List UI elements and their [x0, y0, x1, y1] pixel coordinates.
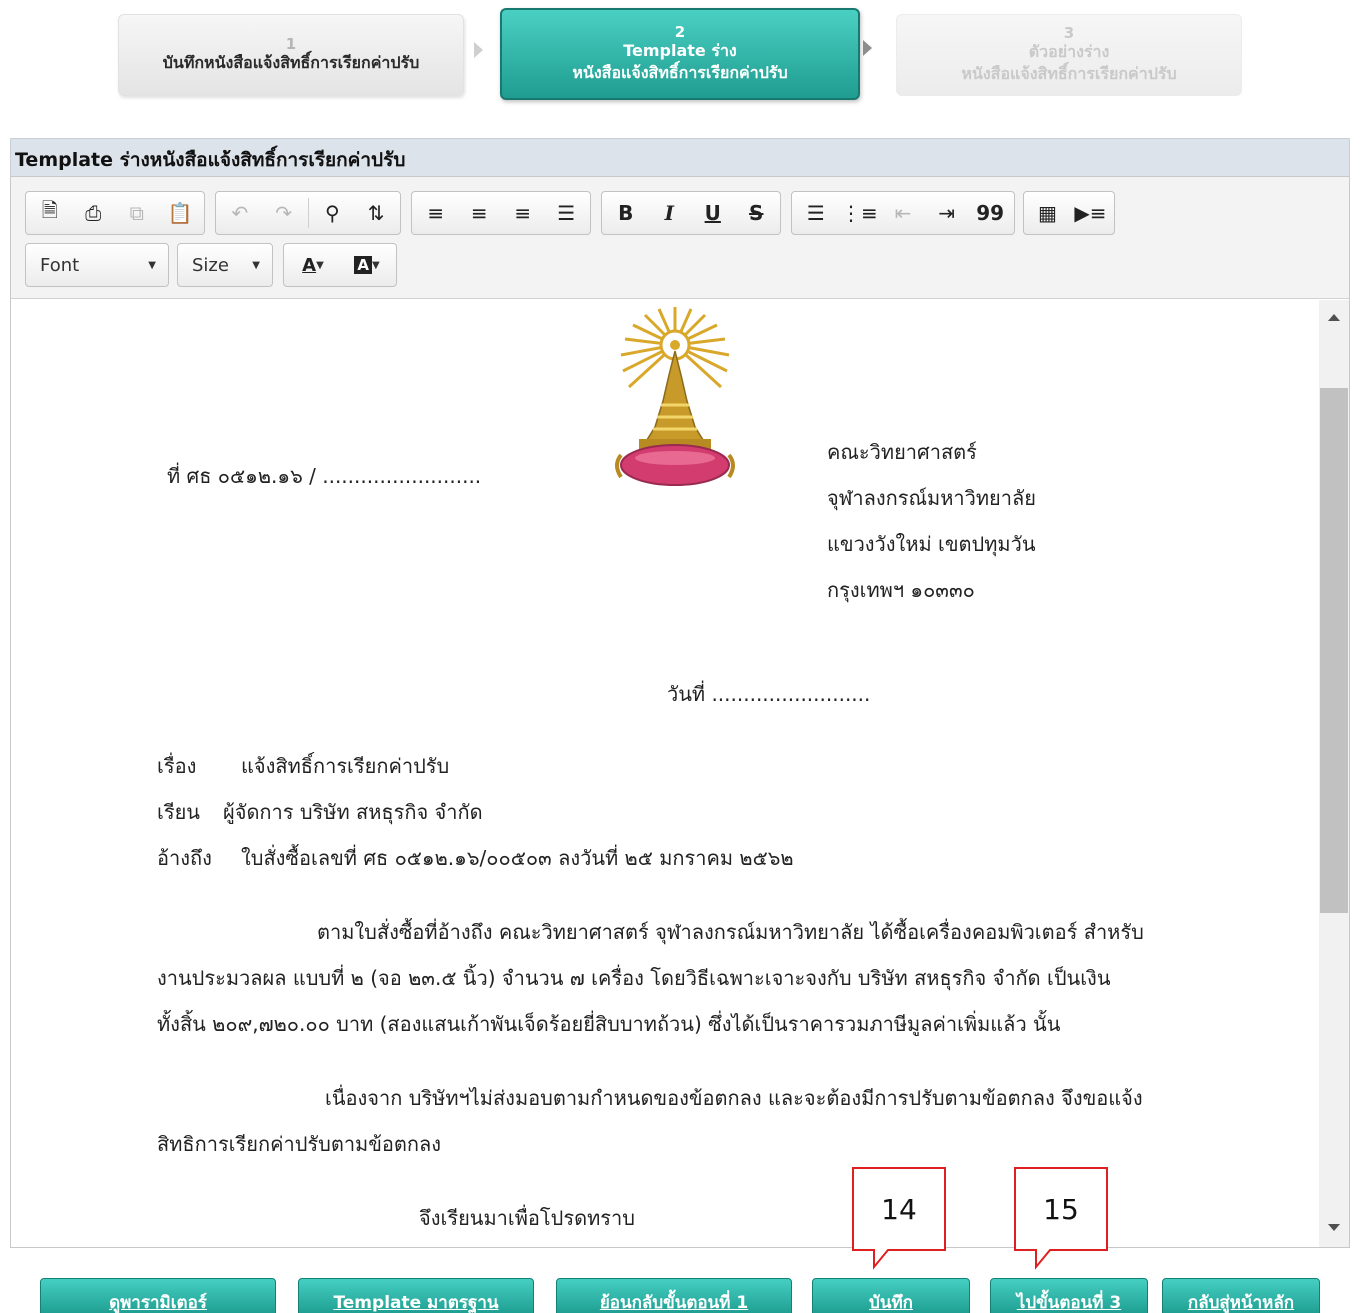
closing-text: จึงเรียนมาเพื่อโปรดทราบ — [419, 1206, 635, 1230]
paragraph-2-line-1: เนื่องจาก บริษัทฯไม่ส่งมอบตามกำหนดของข้อ… — [325, 1086, 1143, 1110]
chevron-down-icon: ▼ — [252, 259, 260, 271]
step-2-number: 2 — [674, 23, 686, 41]
table-icon[interactable]: ▦ — [1026, 195, 1069, 231]
reference-label: อ้างถึง — [157, 846, 212, 870]
reference-text: ใบสั่งซื้อเลขที่ ศธ ๐๕๑๒.๑๖/๐๐๕๐๓ ลงวันท… — [241, 846, 794, 870]
step-arrow-icon — [863, 40, 872, 56]
step-3-label-line1: ตัวอย่างร่าง — [1028, 42, 1110, 61]
address-line-3: แขวงวังใหม่ เขตปทุมวัน — [827, 532, 1036, 556]
paragraph-2-line-2: สิทธิการเรียกค่าปรับตามข้อตกลง — [157, 1132, 442, 1156]
toolbar-group-colors: A ▼ A ▼ — [283, 243, 397, 287]
document-date: วันที่ ......................... — [667, 682, 871, 706]
align-left-icon[interactable]: ≡ — [414, 195, 458, 231]
university-emblem — [615, 307, 735, 486]
blockquote-button[interactable]: 99 — [968, 195, 1012, 231]
find-icon[interactable]: ⚲ — [311, 195, 355, 231]
step-2-label-line2: หนังสือแจ้งสิทธิ์การเรียกค่าปรับ — [572, 63, 788, 82]
wizard-step-2-active[interactable]: 2 Template ร่าง หนังสือแจ้งสิทธิ์การเรีย… — [500, 8, 860, 100]
step-arrow-icon — [474, 42, 483, 58]
go-to-step-3-button[interactable]: ไปขั้นตอนที่ 3 — [990, 1278, 1148, 1313]
back-to-step-1-button[interactable]: ย้อนกลับขั้นตอนที่ 1 — [556, 1278, 792, 1313]
editor-content[interactable]: ที่ ศธ ๐๕๑๒.๑๖ / .......................… — [11, 300, 1319, 1247]
bullet-list-icon[interactable]: ⋮≡ — [838, 195, 882, 231]
chevron-down-icon: ▼ — [371, 259, 380, 271]
paragraph-1-line-2: งานประมวลผล แบบที่ ๒ (จอ ๒๓.๕ นิ้ว) จำนว… — [157, 966, 1111, 990]
ordered-list-icon[interactable]: ☰ — [794, 195, 838, 231]
step-3-number: 3 — [1063, 24, 1075, 42]
toolbar-group-lists: ☰ ⋮≡ ⇤ ⇥ 99 — [791, 191, 1015, 235]
toolbar-group-insert: ▦ ▶≡ — [1023, 191, 1115, 235]
redo-icon[interactable]: ↷ — [262, 195, 306, 231]
font-select[interactable]: Font ▼ — [25, 243, 169, 287]
replace-icon[interactable]: ⇅ — [354, 195, 398, 231]
bg-color-button[interactable]: A ▼ — [340, 247, 394, 283]
step-1-number: 1 — [285, 35, 297, 53]
paragraph-1-line-3: ทั้งสิ้น ๒๐๙,๗๒๐.๐๐ บาท (สองแสนเก้าพันเจ… — [157, 1012, 1061, 1036]
outdent-icon[interactable]: ⇤ — [881, 195, 925, 231]
toolbar-group-style: B I U S — [601, 191, 781, 235]
address-line-4: กรุงเทพฯ ๑๐๓๓๐ — [827, 578, 975, 602]
align-center-icon[interactable]: ≡ — [458, 195, 502, 231]
show-blocks-icon[interactable]: ▶≡ — [1069, 195, 1112, 231]
to-label: เรียน — [157, 800, 200, 824]
paste-icon[interactable]: 📋 — [159, 195, 203, 231]
back-to-home-button[interactable]: กลับสู่หน้าหลัก — [1162, 1278, 1320, 1313]
panel-title: Template ร่างหนังสือแจ้งสิทธิ์การเรียกค่… — [15, 149, 406, 171]
standard-template-button[interactable]: Template มาตรฐาน — [298, 1278, 534, 1313]
scrollbar-thumb[interactable] — [1320, 388, 1348, 913]
print-icon[interactable]: ⎙ — [72, 195, 116, 231]
subject-text: แจ้งสิทธิ์การเรียกค่าปรับ — [241, 754, 450, 778]
scroll-up-icon[interactable] — [1328, 314, 1340, 321]
panel-header: Template ร่างหนังสือแจ้งสิทธิ์การเรียกค่… — [10, 138, 1350, 176]
bg-color-icon: A — [354, 256, 372, 274]
scroll-down-icon[interactable] — [1328, 1224, 1340, 1231]
step-2-label-line1: Template ร่าง — [623, 41, 737, 60]
toolbar-separator — [307, 198, 309, 228]
underline-button[interactable]: U — [691, 195, 735, 231]
editor-scrollbar[interactable] — [1319, 300, 1349, 1247]
chevron-down-icon: ▼ — [148, 259, 156, 271]
callout-15: 15 — [1014, 1167, 1108, 1270]
bold-button[interactable]: B — [604, 195, 648, 231]
preview-icon[interactable]: 🗎 — [28, 195, 72, 231]
align-right-icon[interactable]: ≡ — [501, 195, 545, 231]
strikethrough-button[interactable]: S — [735, 195, 779, 231]
callout-15-label: 15 — [1043, 1192, 1079, 1226]
document-ref-no: ที่ ศธ ๐๕๑๒.๑๖ / .......................… — [167, 464, 482, 488]
undo-icon[interactable]: ↶ — [218, 195, 262, 231]
address-line-2: จุฬาลงกรณ์มหาวิทยาลัย — [827, 486, 1036, 510]
text-color-icon: A — [302, 254, 317, 276]
step-1-label: บันทึกหนังสือแจ้งสิทธิ์การเรียกค่าปรับ — [162, 53, 420, 72]
indent-icon[interactable]: ⇥ — [925, 195, 969, 231]
to-text: ผู้จัดการ บริษัท สหธุรกิจ จำกัด — [223, 800, 483, 824]
toolbar-group-align: ≡ ≡ ≡ ☰ — [411, 191, 591, 235]
wizard-step-1[interactable]: 1 บันทึกหนังสือแจ้งสิทธิ์การเรียกค่าปรับ — [118, 14, 464, 96]
address-line-1: คณะวิทยาศาสตร์ — [827, 440, 977, 464]
italic-button[interactable]: I — [648, 195, 692, 231]
save-button[interactable]: บันทึก — [812, 1278, 970, 1313]
font-select-label: Font — [40, 254, 80, 276]
paragraph-1-line-1: ตามใบสั่งซื้อที่อ้างถึง คณะวิทยาศาสตร์ จ… — [317, 920, 1144, 944]
step-3-label-line2: หนังสือแจ้งสิทธิ์การเรียกค่าปรับ — [961, 64, 1177, 83]
subject-label: เรื่อง — [157, 754, 197, 778]
align-justify-icon[interactable]: ☰ — [545, 195, 589, 231]
view-parameters-button[interactable]: ดูพารามิเตอร์ — [40, 1278, 276, 1313]
toolbar-group-document: 🗎 ⎙ ⧉ 📋 — [25, 191, 205, 235]
size-select-label: Size — [192, 254, 229, 276]
toolbar-group-edit: ↶ ↷ ⚲ ⇅ — [215, 191, 401, 235]
rich-text-editor: 🗎 ⎙ ⧉ 📋 ↶ ↷ ⚲ ⇅ ≡ ≡ ≡ ☰ B I U S ☰ ⋮≡ ⇤ ⇥… — [10, 176, 1350, 1248]
size-select[interactable]: Size ▼ — [177, 243, 273, 287]
wizard-step-3[interactable]: 3 ตัวอย่างร่าง หนังสือแจ้งสิทธิ์การเรียก… — [896, 14, 1242, 96]
text-color-button[interactable]: A ▼ — [286, 247, 340, 283]
callout-14: 14 — [852, 1167, 946, 1270]
editor-toolbar: 🗎 ⎙ ⧉ 📋 ↶ ↷ ⚲ ⇅ ≡ ≡ ≡ ☰ B I U S ☰ ⋮≡ ⇤ ⇥… — [11, 177, 1349, 299]
callout-14-label: 14 — [881, 1192, 917, 1226]
copy-icon[interactable]: ⧉ — [115, 195, 159, 231]
chevron-down-icon: ▼ — [316, 259, 324, 271]
